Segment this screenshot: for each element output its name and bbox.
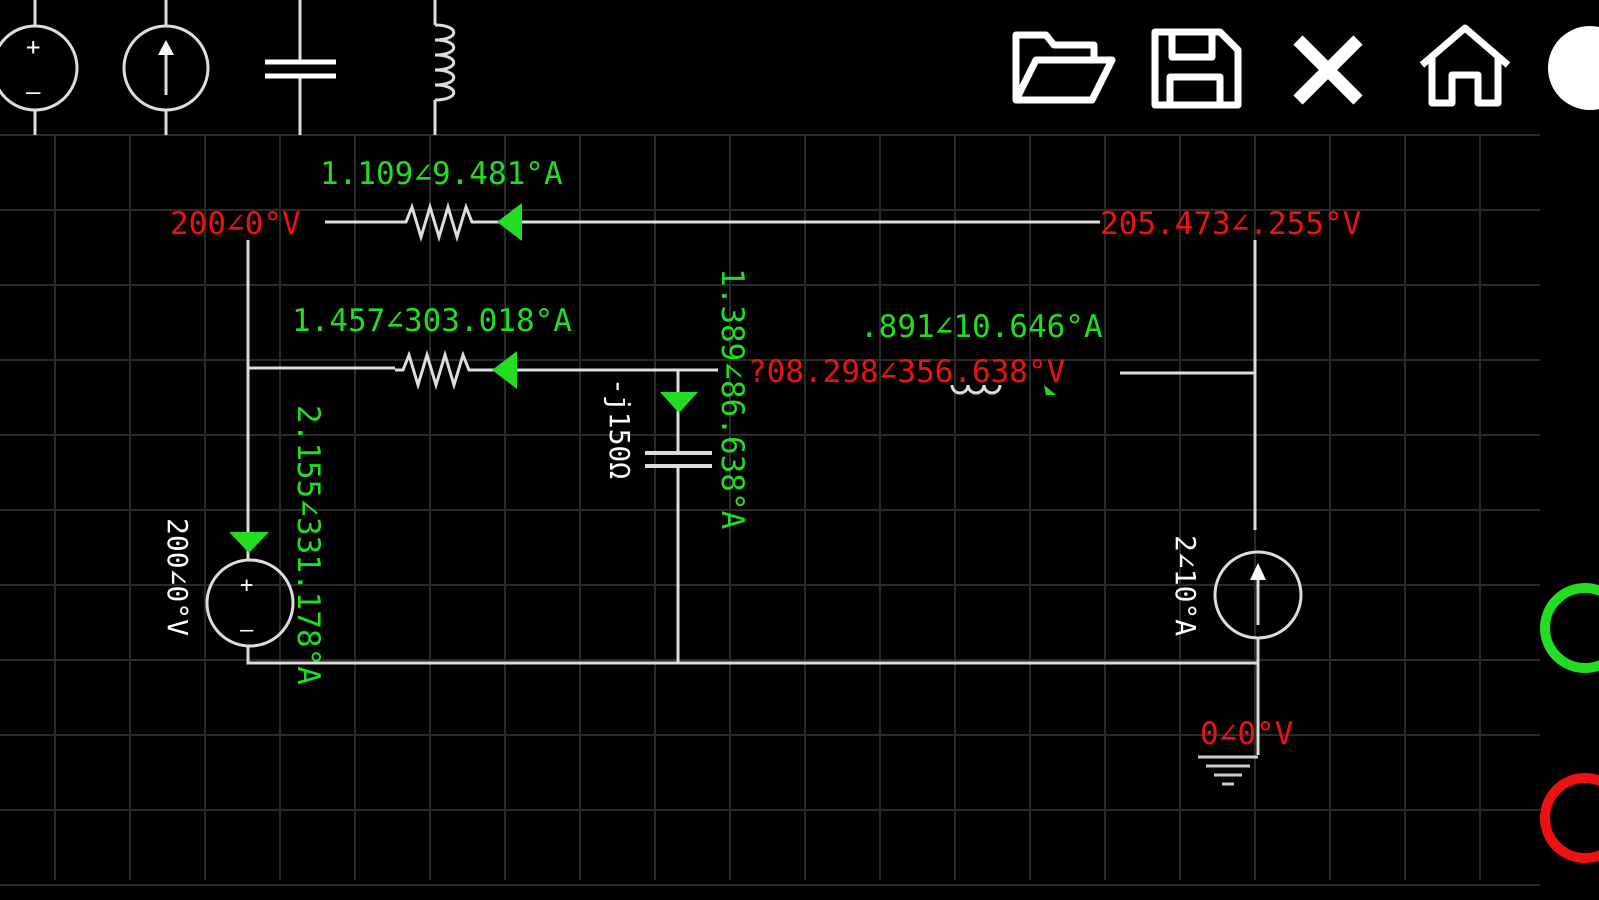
node-voltage-label: 205.473∠.255°V: [1100, 206, 1361, 242]
current-label: 2.155∠331.178°A: [290, 405, 326, 685]
folder-open-icon: [1012, 31, 1116, 104]
node-voltage-label: 200∠0°V: [170, 206, 301, 242]
partial-button-icon[interactable]: [1548, 26, 1599, 110]
close-button[interactable]: [1293, 35, 1363, 105]
voltage-source-tool[interactable]: + –: [0, 0, 79, 135]
current-arrow-icon: [229, 532, 269, 553]
save-button[interactable]: [1151, 28, 1242, 109]
current-arrow-icon: [497, 203, 522, 241]
circuit-canvas[interactable]: + – + – 200∠0°V 205.473∠.255°V ?08.298∠3…: [0, 0, 1599, 900]
voltage-source-value-label: 200∠0°V: [161, 518, 194, 636]
toolbar: + –: [0, 0, 1599, 135]
capacitor-tool[interactable]: [265, 0, 336, 135]
home-icon: [1419, 24, 1511, 107]
current-label: .891∠10.646°A: [860, 309, 1103, 345]
current-source[interactable]: [1213, 550, 1303, 640]
current-arrow-icon: [660, 392, 698, 413]
ground-icon: [1198, 755, 1258, 786]
save-icon: [1151, 28, 1242, 109]
home-button[interactable]: [1419, 24, 1511, 107]
node-voltage-label: ?08.298∠356.638°V: [748, 354, 1065, 390]
resistor-top[interactable]: [398, 201, 478, 243]
minus-icon: –: [26, 78, 41, 106]
open-button[interactable]: [1012, 31, 1116, 104]
stop-button[interactable]: [1540, 773, 1599, 863]
node-voltage-label: 0∠0°V: [1200, 716, 1293, 752]
svg-text:–: –: [240, 618, 254, 643]
close-icon: [1293, 35, 1363, 105]
plus-icon: +: [26, 33, 40, 61]
current-label: 1.389∠86.638°A: [714, 268, 750, 530]
capacitor-value-label: -j150Ω: [603, 378, 636, 479]
svg-text:+: +: [240, 573, 253, 598]
run-button[interactable]: [1540, 583, 1599, 673]
current-label: 1.457∠303.018°A: [292, 303, 572, 339]
current-label: 1.109∠9.481°A: [320, 156, 563, 192]
grid: [0, 134, 1540, 886]
current-source-tool[interactable]: [122, 0, 210, 135]
wires: [246, 220, 1260, 755]
inductor-tool[interactable]: [433, 0, 456, 135]
current-source-value-label: 2∠10°A: [1169, 535, 1202, 636]
